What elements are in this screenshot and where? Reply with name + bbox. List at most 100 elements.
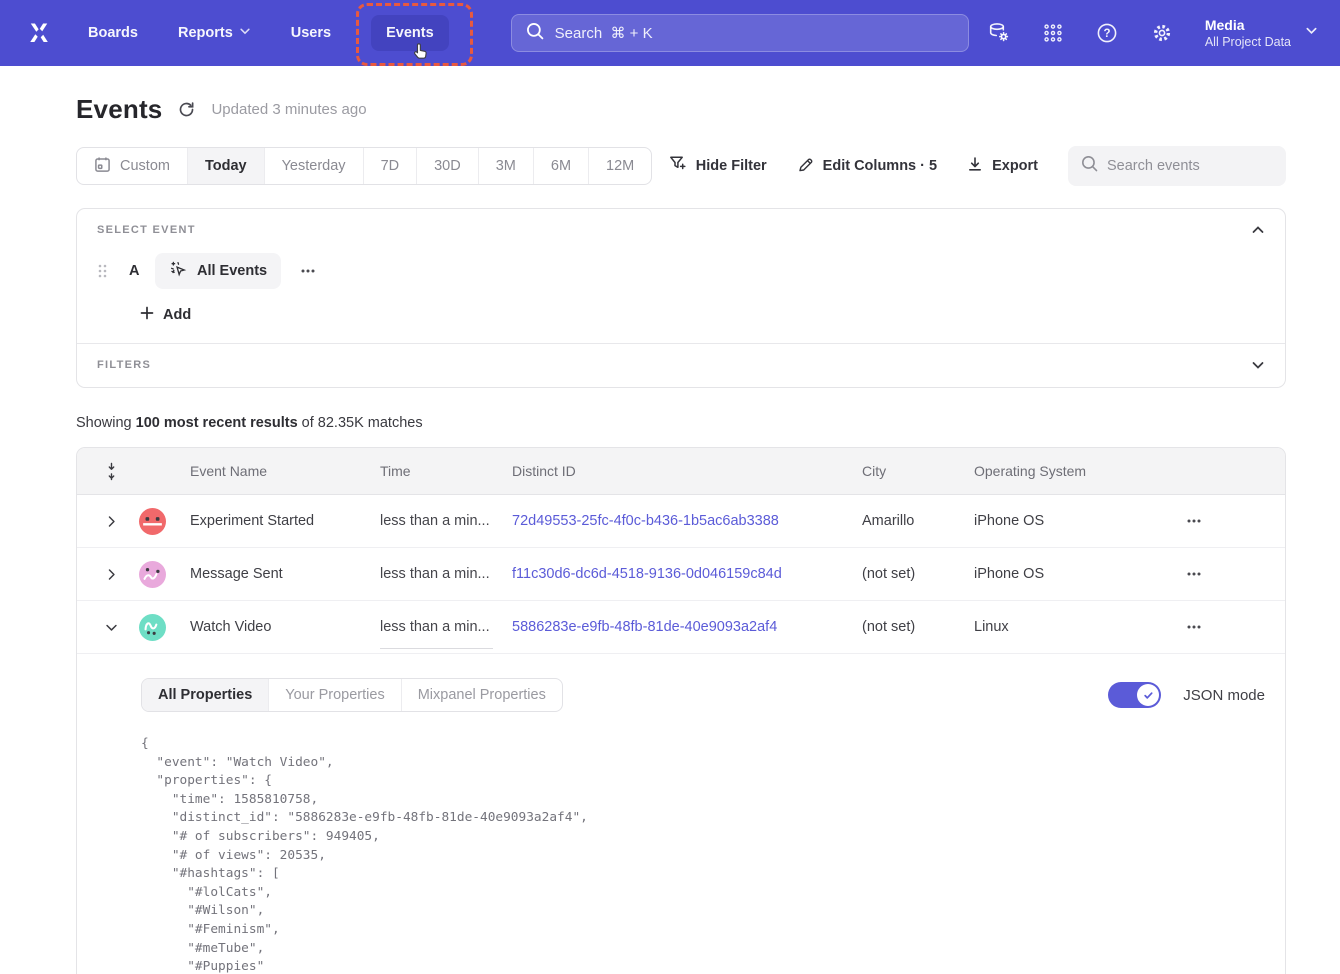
row-actions-button[interactable] (1162, 566, 1202, 582)
events-table: Event Name Time Distinct ID City Operati… (76, 447, 1286, 974)
hide-filter-button[interactable]: Hide Filter (669, 155, 767, 177)
json-mode-group: JSON mode (1108, 682, 1265, 708)
table-row[interactable]: Watch Video less than a min... 5886283e-… (77, 601, 1285, 654)
date-range-3m[interactable]: 3M (478, 148, 533, 184)
cell-event-name: Experiment Started (190, 513, 380, 529)
project-scope: All Project Data (1205, 34, 1291, 50)
filters-label: FILTERS (97, 359, 151, 371)
nav-right-cluster: ? Media All Project Data (987, 16, 1318, 50)
tab-all-properties[interactable]: All Properties (142, 679, 268, 711)
cell-operating-system: iPhone OS (974, 513, 1162, 529)
cursor-pointer-icon (410, 41, 433, 64)
funnel-plus-icon (669, 155, 687, 177)
json-mode-label: JSON mode (1183, 687, 1265, 704)
cell-distinct-id[interactable]: f11c30d6-dc6d-4518-9136-0d046159c84d (512, 566, 862, 582)
last-updated-text: Updated 3 minutes ago (211, 101, 366, 118)
controls-row: Custom Today Yesterday 7D 30D 3M 6M 12M (76, 146, 1286, 186)
expand-row-icon[interactable] (97, 568, 135, 581)
sort-icon[interactable] (97, 462, 135, 481)
global-search[interactable] (511, 14, 969, 52)
table-row[interactable]: Experiment Started less than a min... 72… (77, 495, 1285, 548)
collapse-section-icon[interactable] (1251, 223, 1265, 237)
event-picker-button[interactable]: All Events (155, 253, 281, 289)
cell-city: Amarillo (862, 513, 974, 529)
tab-your-properties[interactable]: Your Properties (268, 679, 400, 711)
event-avatar (139, 561, 190, 588)
calendar-icon (94, 156, 111, 177)
top-nav: X Boards Reports Users Events (0, 0, 1340, 66)
date-range-30d[interactable]: 30D (416, 148, 478, 184)
cell-operating-system: Linux (974, 619, 1162, 635)
cell-city: (not set) (862, 566, 974, 582)
tab-mixpanel-properties[interactable]: Mixpanel Properties (401, 679, 562, 711)
table-tools: Hide Filter Edit Columns · 5 Export (669, 146, 1286, 186)
nav-item-label: Users (291, 25, 331, 41)
collapse-row-icon[interactable] (97, 621, 135, 634)
event-selector-row: A All Events (97, 253, 1265, 289)
plus-icon (140, 306, 154, 324)
nav-item-events[interactable]: Events (371, 15, 449, 51)
json-mode-toggle[interactable] (1108, 682, 1161, 708)
event-avatar (139, 614, 190, 641)
date-range-today[interactable]: Today (187, 148, 264, 184)
cell-time: less than a min... (380, 566, 512, 582)
export-button[interactable]: Export (967, 156, 1038, 176)
event-avatar (139, 508, 190, 535)
page-header: Events Updated 3 minutes ago (76, 94, 1286, 125)
table-header-row: Event Name Time Distinct ID City Operati… (77, 448, 1285, 495)
table-row[interactable]: Message Sent less than a min... f11c30d6… (77, 548, 1285, 601)
col-operating-system[interactable]: Operating System (974, 463, 1162, 479)
chevron-down-icon (1305, 24, 1318, 42)
row-actions-button[interactable] (1162, 513, 1202, 529)
events-search-input[interactable] (1107, 158, 1273, 174)
col-city[interactable]: City (862, 463, 974, 479)
nav-item-label: Reports (178, 25, 233, 41)
cell-city: (not set) (862, 619, 974, 635)
download-icon (967, 156, 983, 176)
project-switcher[interactable]: Media All Project Data (1205, 16, 1318, 50)
drag-handle-icon[interactable] (97, 263, 108, 279)
add-event-button[interactable]: Add (140, 306, 1285, 324)
expand-row-icon[interactable] (97, 515, 135, 528)
date-range-6m[interactable]: 6M (533, 148, 588, 184)
date-range-control: Custom Today Yesterday 7D 30D 3M 6M 12M (76, 147, 652, 185)
cell-distinct-id[interactable]: 5886283e-e9fb-48fb-81de-40e9093a2af4 (512, 619, 862, 635)
nav-item-boards[interactable]: Boards (88, 25, 138, 41)
query-builder-card: SELECT EVENT A All Events (76, 208, 1286, 388)
date-range-7d[interactable]: 7D (363, 148, 417, 184)
cell-event-name: Message Sent (190, 566, 380, 582)
nav-item-label: Boards (88, 25, 138, 41)
global-search-input[interactable] (555, 25, 954, 42)
project-name: Media (1205, 16, 1291, 34)
cell-operating-system: iPhone OS (974, 566, 1162, 582)
date-range-yesterday[interactable]: Yesterday (264, 148, 363, 184)
cell-distinct-id[interactable]: 72d49553-25fc-4f0c-b436-1b5ac6ab3388 (512, 513, 862, 529)
settings-gear-icon[interactable] (1150, 21, 1174, 45)
search-icon (1081, 155, 1098, 177)
pencil-icon (797, 156, 814, 177)
edit-columns-button[interactable]: Edit Columns · 5 (797, 156, 937, 177)
col-event-name[interactable]: Event Name (190, 463, 380, 479)
event-options-button[interactable] (300, 263, 316, 279)
events-search[interactable] (1068, 146, 1286, 186)
event-json-view: { "event": "Watch Video", "properties": … (141, 735, 1265, 974)
nav-item-reports[interactable]: Reports (178, 25, 251, 41)
help-icon[interactable]: ? (1095, 21, 1119, 45)
date-range-custom[interactable]: Custom (77, 148, 187, 184)
filters-section[interactable]: FILTERS (77, 344, 1285, 387)
properties-tabs: All Properties Your Properties Mixpanel … (141, 678, 563, 712)
apps-grid-icon[interactable] (1042, 22, 1064, 44)
data-management-icon[interactable] (987, 21, 1011, 45)
toggle-check-icon (1137, 684, 1159, 706)
expand-section-icon[interactable] (1251, 358, 1265, 372)
main-content: Events Updated 3 minutes ago Custom Toda… (0, 94, 1340, 974)
search-icon (526, 22, 544, 45)
refresh-icon[interactable] (177, 100, 196, 119)
nav-items: Boards Reports Users Events (88, 15, 477, 51)
nav-item-users[interactable]: Users (291, 25, 331, 41)
row-actions-button[interactable] (1162, 619, 1202, 635)
col-time[interactable]: Time (380, 463, 512, 479)
col-distinct-id[interactable]: Distinct ID (512, 463, 862, 479)
date-range-12m[interactable]: 12M (588, 148, 651, 184)
mixpanel-logo-icon[interactable]: X (22, 16, 56, 50)
